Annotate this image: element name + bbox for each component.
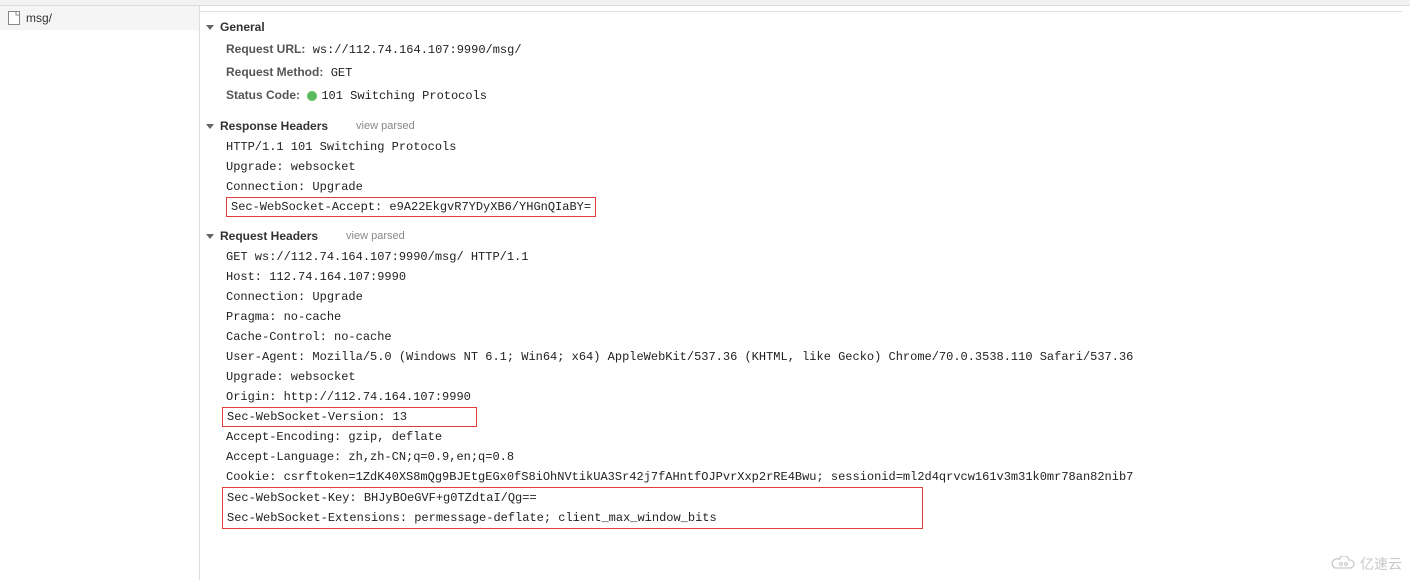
section-title: General (220, 20, 265, 34)
section-response-headers: Response Headers view parsed HTTP/1.1 10… (200, 113, 1402, 223)
request-list-item[interactable]: msg/ (0, 6, 199, 30)
kv-key: Status Code: (226, 88, 300, 102)
header-line: Origin: http://112.74.164.107:9990 (226, 387, 1402, 407)
section-title: Response Headers (220, 119, 328, 133)
details-panel: General Request URL: ws://112.74.164.107… (200, 6, 1410, 580)
section-header-response[interactable]: Response Headers view parsed (206, 117, 1402, 135)
header-line: GET ws://112.74.164.107:9990/msg/ HTTP/1… (226, 247, 1402, 267)
section-general: General Request URL: ws://112.74.164.107… (200, 14, 1402, 113)
kv-val: ws://112.74.164.107:9990/msg/ (309, 43, 522, 57)
kv-request-url: Request URL: ws://112.74.164.107:9990/ms… (226, 38, 1402, 61)
highlighted-header: Sec-WebSocket-Accept: e9A22EkgvR7YDyXB6/… (226, 197, 596, 217)
header-line: HTTP/1.1 101 Switching Protocols (226, 137, 1402, 157)
highlighted-header-block: Sec-WebSocket-Key: BHJyBOeGVF+g0TZdtaI/Q… (222, 487, 923, 529)
header-line: Connection: Upgrade (226, 287, 1402, 307)
kv-key: Request URL: (226, 42, 305, 56)
header-line: Pragma: no-cache (226, 307, 1402, 327)
header-line: Cookie: csrftoken=1ZdK40XS8mQg9BJEtgEGx0… (226, 467, 1402, 487)
header-line: Sec-WebSocket-Key: BHJyBOeGVF+g0TZdtaI/Q… (227, 488, 918, 508)
chevron-down-icon (206, 124, 214, 129)
header-line: Host: 112.74.164.107:9990 (226, 267, 1402, 287)
header-line: Upgrade: websocket (226, 367, 1402, 387)
tab-strip (200, 10, 1402, 12)
header-line: Sec-WebSocket-Extensions: permessage-def… (227, 508, 918, 528)
header-line: Accept-Language: zh,zh-CN;q=0.9,en;q=0.8 (226, 447, 1402, 467)
request-list-sidebar: msg/ (0, 6, 200, 580)
chevron-down-icon (206, 25, 214, 30)
request-raw: GET ws://112.74.164.107:9990/msg/ HTTP/1… (206, 245, 1402, 535)
request-item-label: msg/ (26, 11, 52, 25)
section-title: Request Headers (220, 229, 318, 243)
chevron-down-icon (206, 234, 214, 239)
file-icon (8, 11, 20, 25)
view-parsed-link[interactable]: view parsed (356, 120, 415, 132)
view-parsed-link[interactable]: view parsed (346, 230, 405, 242)
header-line: Cache-Control: no-cache (226, 327, 1402, 347)
highlighted-header: Sec-WebSocket-Version: 13 (222, 407, 477, 427)
header-line: Upgrade: websocket (226, 157, 1402, 177)
kv-key: Request Method: (226, 65, 323, 79)
section-request-headers: Request Headers view parsed GET ws://112… (200, 223, 1402, 535)
section-header-general[interactable]: General (206, 18, 1402, 36)
kv-val: GET (327, 66, 353, 80)
section-header-request[interactable]: Request Headers view parsed (206, 227, 1402, 245)
kv-val: 101 Switching Protocols (303, 89, 487, 103)
status-text: 101 Switching Protocols (321, 89, 487, 103)
status-dot-icon (307, 91, 317, 101)
header-line: Connection: Upgrade (226, 177, 1402, 197)
kv-status-code: Status Code: 101 Switching Protocols (226, 84, 1402, 107)
header-line: Accept-Encoding: gzip, deflate (226, 427, 1402, 447)
header-line: User-Agent: Mozilla/5.0 (Windows NT 6.1;… (226, 347, 1402, 367)
kv-request-method: Request Method: GET (226, 61, 1402, 84)
response-raw: HTTP/1.1 101 Switching Protocols Upgrade… (206, 135, 1402, 223)
